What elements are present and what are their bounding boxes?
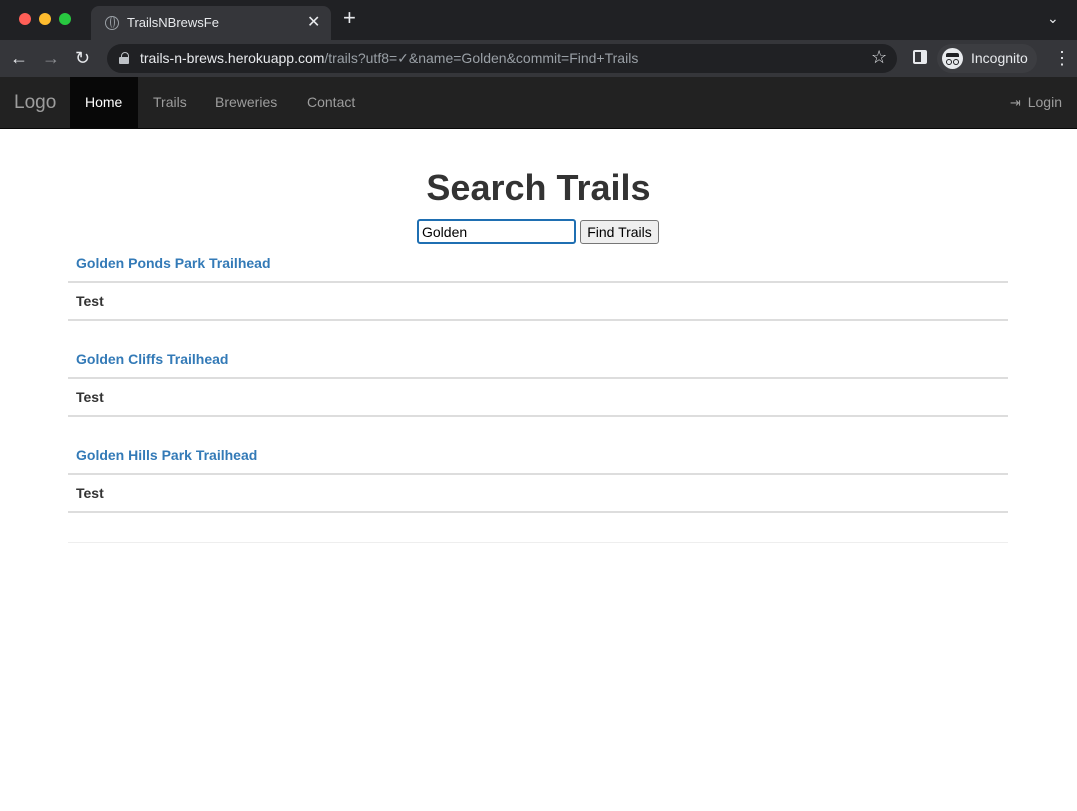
divider: [68, 511, 1008, 513]
login-link[interactable]: ⇥ Login: [1010, 77, 1062, 128]
page-title: Search Trails: [426, 167, 651, 208]
nav-contact[interactable]: Contact: [292, 77, 370, 128]
close-window-button[interactable]: [19, 13, 31, 25]
trail-description: Test: [76, 293, 104, 309]
site-navbar: Logo Home Trails Breweries Contact ⇥ Log…: [0, 77, 1077, 129]
browser-titlebar: TrailsNBrewsFe ✕ + ⌄: [0, 0, 1077, 40]
result-item: Golden Cliffs Trailhead Test: [68, 341, 1008, 437]
results-list: Golden Ponds Park Trailhead Test Golden …: [68, 245, 1008, 533]
result-item: Golden Hills Park Trailhead Test: [68, 437, 1008, 533]
nav-home[interactable]: Home: [70, 77, 138, 128]
divider: [68, 319, 1008, 321]
minimize-window-button[interactable]: [39, 13, 51, 25]
address-bar[interactable]: trails-n-brews.herokuapp.com/trails?utf8…: [107, 44, 897, 73]
search-form: Find Trails: [417, 219, 667, 245]
url-text[interactable]: trails-n-brews.herokuapp.com/trails?utf8…: [140, 50, 638, 67]
divider: [68, 281, 1008, 283]
new-tab-icon[interactable]: +: [343, 7, 356, 29]
find-trails-button[interactable]: Find Trails: [580, 220, 659, 244]
nav-breweries[interactable]: Breweries: [200, 77, 292, 128]
login-label: Login: [1027, 94, 1062, 110]
trail-link[interactable]: Golden Ponds Park Trailhead: [76, 255, 271, 271]
result-item: Golden Ponds Park Trailhead Test: [68, 245, 1008, 341]
tab-close-icon[interactable]: ✕: [307, 12, 320, 32]
lock-icon: [119, 52, 129, 64]
brand-logo[interactable]: Logo: [14, 92, 56, 114]
more-menu-icon[interactable]: ⋮: [1053, 46, 1071, 70]
maximize-window-button[interactable]: [59, 13, 71, 25]
divider: [68, 415, 1008, 417]
chevron-down-icon[interactable]: ⌄: [1047, 10, 1059, 27]
nav-trails[interactable]: Trails: [138, 77, 202, 128]
trail-search-input[interactable]: [417, 219, 576, 244]
trail-link[interactable]: Golden Cliffs Trailhead: [76, 351, 228, 367]
incognito-label: Incognito: [971, 50, 1028, 66]
trail-link[interactable]: Golden Hills Park Trailhead: [76, 447, 257, 463]
incognito-icon: [942, 48, 963, 69]
url-host: trails-n-brews.herokuapp.com: [140, 50, 325, 66]
globe-icon: [105, 16, 119, 30]
reload-icon[interactable]: ↻: [75, 46, 90, 70]
bookmark-star-icon[interactable]: ☆: [871, 47, 887, 68]
trail-description: Test: [76, 485, 104, 501]
browser-tab[interactable]: TrailsNBrewsFe ✕: [91, 6, 331, 40]
footer-divider: [68, 542, 1008, 543]
trail-description: Test: [76, 389, 104, 405]
divider: [68, 377, 1008, 379]
forward-arrow-icon[interactable]: →: [42, 46, 60, 70]
url-path: /trails?utf8=✓&name=Golden&commit=Find+T…: [324, 50, 639, 66]
divider: [68, 473, 1008, 475]
incognito-badge[interactable]: Incognito: [937, 44, 1037, 73]
browser-toolbar: ← → ↻ trails-n-brews.herokuapp.com/trail…: [0, 40, 1077, 77]
tab-title: TrailsNBrewsFe: [127, 15, 219, 30]
side-panel-icon[interactable]: [913, 50, 927, 64]
login-icon: ⇥: [1009, 95, 1021, 110]
back-arrow-icon[interactable]: ←: [10, 46, 28, 70]
